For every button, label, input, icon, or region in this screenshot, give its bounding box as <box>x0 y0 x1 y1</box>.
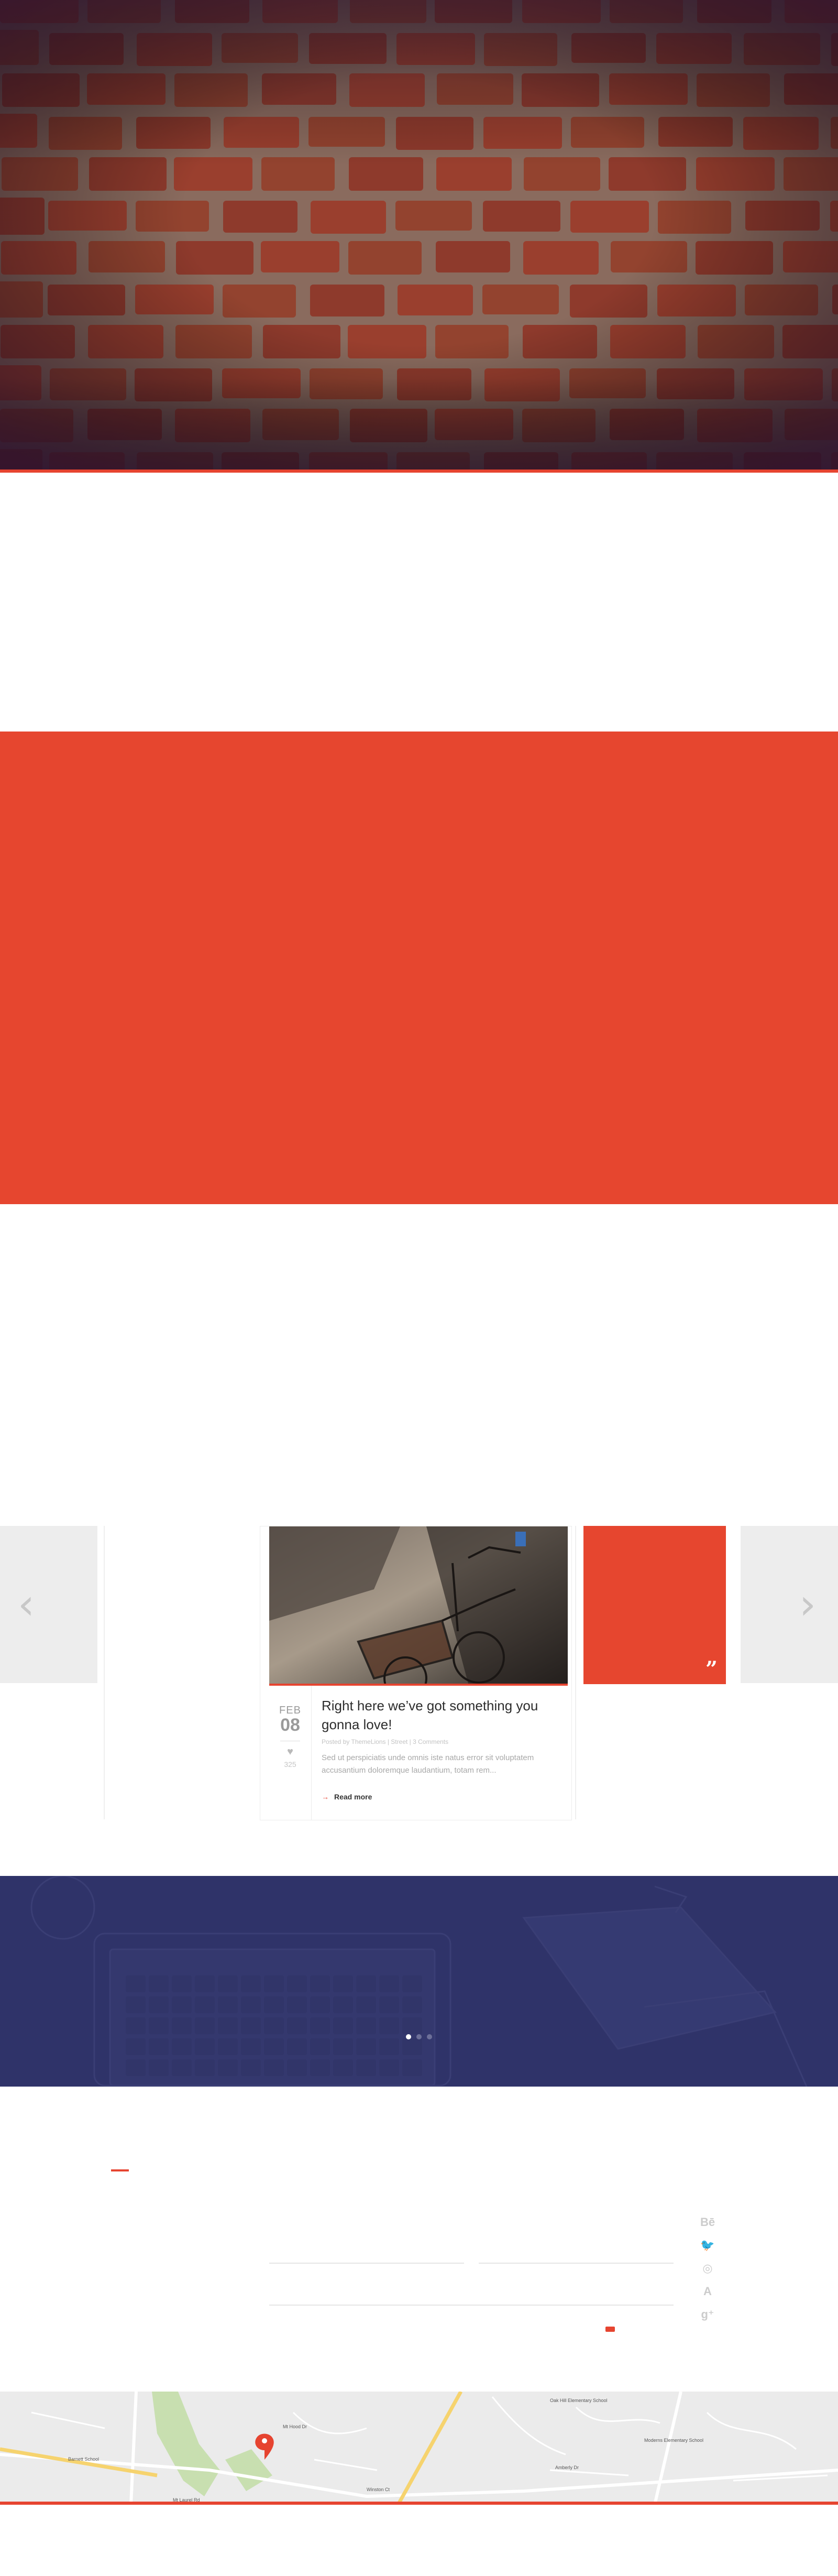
hero-accent-line <box>0 470 838 473</box>
post-meta: Posted by ThemeLions | Street | 3 Commen… <box>322 1738 449 1745</box>
blog-post-card[interactable]: FEB 08 ♥ 325 Right here we’ve got someth… <box>260 1526 572 1820</box>
location-map[interactable]: Barnett School Mt Hood Dr Amberly Dr Win… <box>0 2392 838 2505</box>
map-graphic: Barnett School Mt Hood Dr Amberly Dr Win… <box>0 2392 838 2505</box>
card-divider <box>104 1526 105 1819</box>
email-field[interactable] <box>479 2263 674 2264</box>
quote-post-card[interactable]: ” <box>583 1526 726 1684</box>
map-accent-line <box>0 2502 838 2505</box>
post-day: 08 <box>280 1715 300 1735</box>
google-plus-icon[interactable]: g⁺ <box>700 2307 715 2322</box>
chevron-left-icon[interactable]: ‹ <box>10 1584 42 1625</box>
twitter-icon[interactable]: 🐦 <box>700 2237 715 2253</box>
brick-wall-image <box>0 0 838 473</box>
svg-text:Oak Hill Elementary School: Oak Hill Elementary School <box>550 2398 608 2403</box>
testimonial-band <box>0 1876 838 2087</box>
read-more-label: Read more <box>334 1793 372 1801</box>
laptop-background <box>30 1876 808 2087</box>
like-count: 325 <box>284 1760 296 1769</box>
slider-dot-active[interactable] <box>406 2034 411 2039</box>
svg-text:Moderns Elementary School: Moderns Elementary School <box>644 2438 703 2443</box>
hero-banner <box>0 0 838 473</box>
arrow-right-icon: → <box>322 1793 329 1801</box>
next-post-card[interactable] <box>741 1526 838 1683</box>
dribbble-icon[interactable]: ◎ <box>700 2261 715 2276</box>
message-field[interactable] <box>269 2305 674 2306</box>
svg-text:Mt Hood Dr: Mt Hood Dr <box>283 2424 307 2429</box>
chevron-right-icon[interactable]: › <box>792 1584 823 1625</box>
quote-icon: ” <box>705 1657 718 1682</box>
svg-text:Barnett School: Barnett School <box>68 2457 99 2462</box>
app-icon[interactable]: A <box>700 2284 715 2299</box>
contact-heading-accent <box>111 2169 129 2171</box>
bicycle-photo <box>269 1526 568 1684</box>
name-field[interactable] <box>269 2263 464 2264</box>
read-more-link[interactable]: → Read more <box>322 1793 372 1801</box>
submit-button[interactable] <box>605 2327 615 2332</box>
slider-dot[interactable] <box>427 2034 432 2039</box>
post-image <box>269 1526 568 1684</box>
post-excerpt: Sed ut perspiciatis unde omnis iste natu… <box>322 1753 534 1775</box>
svg-text:Winston Ct: Winston Ct <box>367 2487 390 2492</box>
red-feature-band <box>0 732 838 1204</box>
post-image-accent <box>269 1684 568 1686</box>
post-title[interactable]: Right here we’ve got something you gonna… <box>322 1696 557 1734</box>
post-date-column: FEB 08 ♥ 325 <box>269 1686 312 1820</box>
heart-icon[interactable]: ♥ <box>269 1747 311 1757</box>
slider-dot[interactable] <box>416 2034 422 2039</box>
behance-icon[interactable]: Bē <box>700 2214 715 2230</box>
svg-text:Amberly Dr: Amberly Dr <box>555 2465 579 2470</box>
card-divider <box>575 1526 576 1819</box>
